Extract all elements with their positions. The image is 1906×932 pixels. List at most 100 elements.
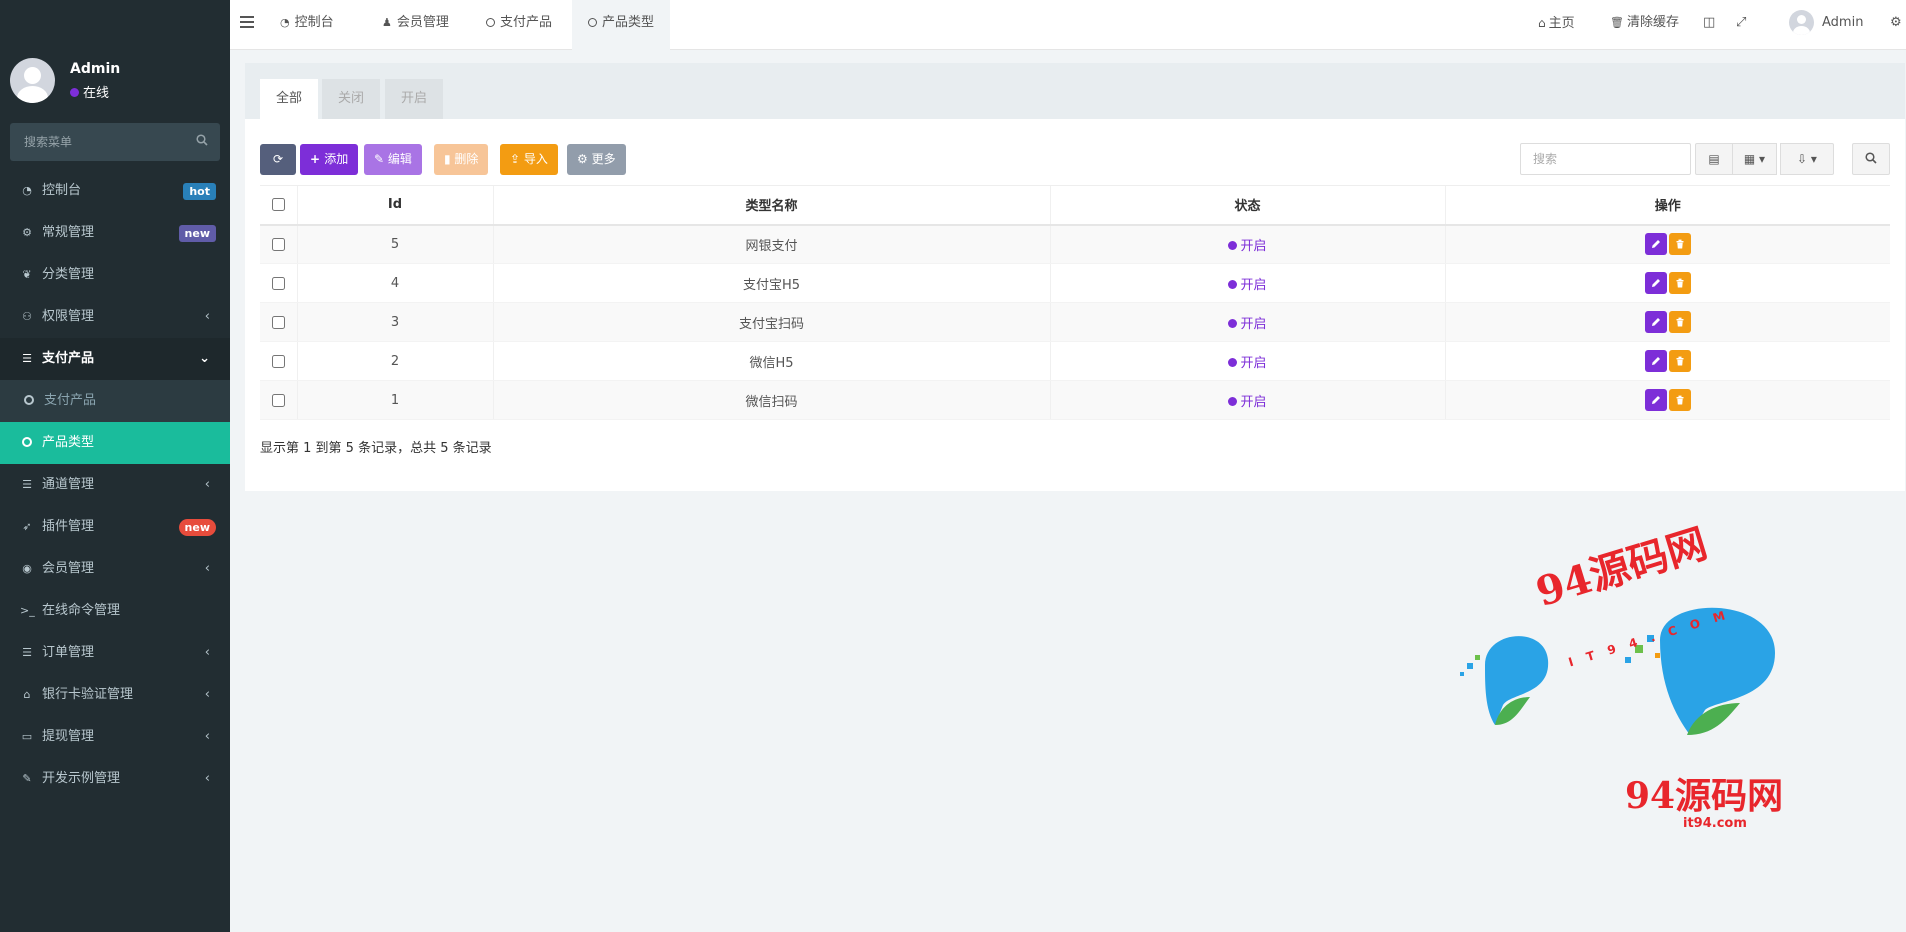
sidebar-item-auth[interactable]: ⚇ 权限管理 ‹ <box>0 296 230 338</box>
sidebar-item-dashboard[interactable]: ◔ 控制台 hot <box>0 170 230 212</box>
cell-actions <box>1444 263 1890 303</box>
row-checkbox[interactable] <box>271 237 285 251</box>
sidebar-toggle-icon[interactable] <box>240 16 254 30</box>
status-toggle[interactable]: 开启 <box>1228 317 1267 332</box>
status-dot-icon <box>1228 357 1238 367</box>
search-toggle-icon[interactable] <box>1852 143 1890 175</box>
top-navbar: ◔ 控制台 ♟ 会员管理 支付产品 产品类型 ⌂ 主页 🗑 清除缓存 ◫ ⤢ Admin… <box>230 0 1906 50</box>
table-row[interactable]: 2 微信H5 开启 <box>260 341 1890 381</box>
sidebar-item-plugin[interactable]: ➶ 插件管理 new <box>0 506 230 548</box>
tab-dashboard[interactable]: ◔ 控制台 <box>264 0 350 50</box>
sidebar-item-command[interactable]: >_ 在线命令管理 <box>0 590 230 632</box>
language-icon[interactable]: ◫ <box>1703 0 1715 50</box>
edit-button[interactable]: ✎ 编辑 <box>364 144 422 175</box>
pencil-icon <box>1651 357 1660 365</box>
chevron-left-icon: ‹ <box>204 771 210 786</box>
status-toggle[interactable]: 开启 <box>1228 356 1267 371</box>
delete-button[interactable]: ▮ 删除 <box>434 144 489 175</box>
cell-actions <box>1444 380 1890 420</box>
column-header-status[interactable]: 状态 <box>1049 185 1445 226</box>
menu-search-input[interactable] <box>10 123 220 161</box>
fullscreen-icon[interactable]: ⤢ <box>1736 0 1746 50</box>
sidebar-item-example[interactable]: ✎ 开发示例管理 ‹ <box>0 758 230 800</box>
watermark-url: it94.com <box>1683 816 1747 831</box>
table-row[interactable]: 5 网银支付 开启 <box>260 224 1890 264</box>
table-header-row: Id 类型名称 状态 操作 <box>260 185 1890 226</box>
sidebar-subitem-pay-product[interactable]: 支付产品 <box>0 380 230 422</box>
sidebar: Admin 在线 ◔ 控制台 hot ⚙ 常规管理 new ❦ 分类管理 ⚇ 权限管理 ‹ ☰… <box>0 0 230 932</box>
settings-icon[interactable]: ⚙ <box>1890 0 1902 50</box>
table-row[interactable]: 4 支付宝H5 开启 <box>260 263 1890 303</box>
sidebar-item-member[interactable]: ◉ 会员管理 ‹ <box>0 548 230 590</box>
sidebar-item-pay-product[interactable]: ☰ 支付产品 ⌄ <box>0 338 230 380</box>
row-delete-button[interactable] <box>1668 389 1691 411</box>
tab-closed[interactable]: 关闭 <box>322 79 381 119</box>
rocket-icon: ➶ <box>22 520 32 533</box>
columns-dropdown-icon[interactable]: ▦ ▾ <box>1732 143 1777 175</box>
cell-actions <box>1444 302 1890 342</box>
column-header-name[interactable]: 类型名称 <box>492 185 1050 226</box>
more-button[interactable]: ⚙ 更多 <box>567 144 626 175</box>
cell-id: 2 <box>296 341 493 381</box>
sidebar-item-label: 权限管理 <box>42 309 95 324</box>
table-row[interactable]: 3 支付宝扫码 开启 <box>260 302 1890 342</box>
row-edit-button[interactable] <box>1644 272 1667 294</box>
row-edit-button[interactable] <box>1644 389 1667 411</box>
sidebar-subitem-product-type[interactable]: 产品类型 <box>0 422 230 464</box>
column-header-id[interactable]: Id <box>296 185 493 226</box>
sidebar-item-general[interactable]: ⚙ 常规管理 new <box>0 212 230 254</box>
status-toggle[interactable]: 开启 <box>1228 395 1267 410</box>
tab-product-type[interactable]: 产品类型 <box>572 0 671 50</box>
table-row[interactable]: 1 微信扫码 开启 <box>260 380 1890 420</box>
search-icon[interactable] <box>196 134 208 146</box>
sidebar-item-label: 分类管理 <box>42 267 95 282</box>
watermark-logo: 94源码网 IT94.COM 94源码网 it94.com <box>1455 520 1795 835</box>
admin-user-menu[interactable]: Admin <box>1789 0 1863 50</box>
tab-open[interactable]: 开启 <box>385 79 444 119</box>
sidebar-item-label: 开发示例管理 <box>42 771 121 786</box>
add-button[interactable]: + 添加 <box>300 144 359 175</box>
row-delete-button[interactable] <box>1668 311 1691 333</box>
sidebar-item-category[interactable]: ❦ 分类管理 <box>0 254 230 296</box>
sidebar-item-label: 会员管理 <box>42 561 95 576</box>
select-all-checkbox[interactable] <box>271 198 285 212</box>
edit-label: 编辑 <box>387 152 412 166</box>
status-toggle[interactable]: 开启 <box>1228 278 1267 293</box>
import-button[interactable]: ⇪ 导入 <box>500 144 558 175</box>
row-delete-button[interactable] <box>1668 350 1691 372</box>
row-delete-button[interactable] <box>1668 272 1691 294</box>
terminal-icon: >_ <box>20 604 35 617</box>
row-checkbox[interactable] <box>271 354 285 368</box>
tab-all[interactable]: 全部 <box>260 79 319 119</box>
row-edit-button[interactable] <box>1644 233 1667 256</box>
status-dot-icon <box>1228 240 1238 250</box>
status-toggle[interactable]: 开启 <box>1228 239 1267 254</box>
list-view-icon[interactable]: ▤ <box>1695 143 1733 175</box>
row-checkbox[interactable] <box>271 315 285 329</box>
sidebar-item-order[interactable]: ☰ 订单管理 ‹ <box>0 632 230 674</box>
row-checkbox[interactable] <box>271 276 285 290</box>
row-delete-button[interactable] <box>1668 233 1691 256</box>
refresh-button[interactable]: ⟳ <box>260 144 296 175</box>
pencil-icon <box>1651 240 1660 249</box>
tab-member[interactable]: ♟ 会员管理 <box>366 0 465 50</box>
column-header-actions: 操作 <box>1444 185 1890 226</box>
home-link[interactable]: ⌂ 主页 <box>1538 0 1575 50</box>
row-checkbox[interactable] <box>271 393 285 407</box>
sidebar-item-channel[interactable]: ☰ 通道管理 ‹ <box>0 464 230 506</box>
cell-status: 开启 <box>1049 341 1445 381</box>
sidebar-item-withdraw[interactable]: ▭ 提现管理 ‹ <box>0 716 230 758</box>
tab-label: 支付产品 <box>500 15 553 30</box>
tab-pay-product[interactable]: 支付产品 <box>470 0 568 50</box>
table-search-input[interactable] <box>1520 143 1691 175</box>
group-icon: ⚇ <box>22 310 32 323</box>
status-dot-icon <box>1228 318 1238 328</box>
panel-tabs: 全部 关闭 开启 <box>245 63 1905 119</box>
sidebar-item-bankcard[interactable]: ⌂ 银行卡验证管理 ‹ <box>0 674 230 716</box>
clear-cache-link[interactable]: 🗑 清除缓存 <box>1610 0 1679 50</box>
avatar[interactable] <box>10 58 55 103</box>
select-all-cell <box>260 185 297 226</box>
export-dropdown-icon[interactable]: ⇩ ▾ <box>1780 143 1834 175</box>
row-edit-button[interactable] <box>1644 311 1667 333</box>
row-edit-button[interactable] <box>1644 350 1667 372</box>
